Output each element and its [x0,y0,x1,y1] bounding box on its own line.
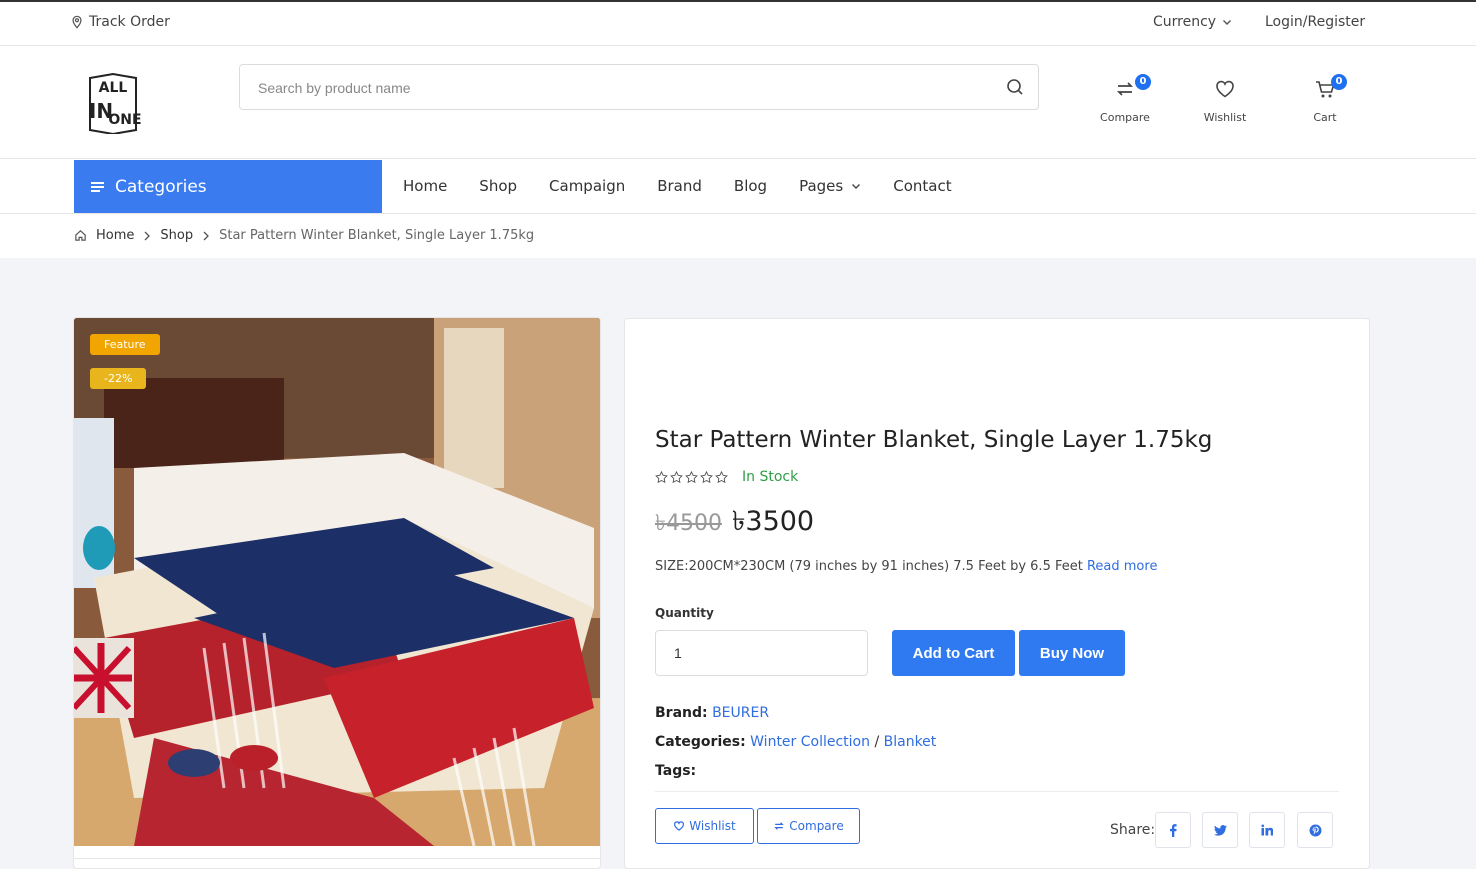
categories-label: Categories [115,176,207,197]
compare-icon [774,822,785,830]
nav-item-brand[interactable]: Brand [657,177,702,195]
nav-item-campaign[interactable]: Campaign [549,177,625,195]
facebook-icon [1170,823,1177,837]
breadcrumb: Home Shop Star Pattern Winter Blanket, S… [0,214,1476,258]
share-twitter-button[interactable] [1202,812,1238,848]
site-logo[interactable]: ALL IN ONE [80,72,146,136]
nav-item-pages[interactable]: Pages [799,177,861,195]
cart-label: Cart [1313,111,1337,124]
brand-label: Brand: [655,705,708,721]
nav-menu: Home Shop Campaign Brand Blog Pages Cont… [403,177,952,195]
search-bar [239,64,1039,110]
compare-count-badge: 0 [1135,74,1151,90]
breadcrumb-shop[interactable]: Shop [160,228,193,243]
old-price: ৳4500 [655,511,722,536]
product-description: SIZE:200CM*230CM (79 inches by 91 inches… [655,559,1157,574]
cart-button[interactable]: 0 Cart [1290,74,1360,124]
feature-tag: Feature [90,334,160,355]
description-text: SIZE:200CM*230CM (79 inches by 91 inches… [655,559,1083,574]
currency-dropdown[interactable]: Currency [1153,14,1232,30]
brand-row: Brand: BEURER [655,705,769,721]
star-icon [700,470,713,483]
heart-icon [1216,80,1234,98]
discount-tag: -22% [90,368,147,389]
card-divider [74,858,600,859]
nav-item-home[interactable]: Home [403,177,447,195]
nav-item-shop[interactable]: Shop [479,177,517,195]
category-separator: / [874,734,880,750]
read-more-link[interactable]: Read more [1087,559,1157,574]
top-bar: Track Order Currency Login/Register [0,0,1476,46]
nav-item-pages-label: Pages [799,177,844,195]
rating: In Stock [655,469,798,485]
star-icon [670,470,683,483]
compare-icon [1116,82,1134,96]
price: ৳4500 ৳3500 [655,501,814,546]
menu-lines-icon [91,181,104,192]
home-icon [75,230,86,241]
new-price: ৳3500 [731,506,815,537]
login-register-link[interactable]: Login/Register [1265,14,1365,30]
breadcrumb-home[interactable]: Home [96,228,134,243]
nav-item-contact[interactable]: Contact [893,177,951,195]
chevron-right-icon [203,231,210,240]
share-label: Share: [1110,822,1156,838]
tags-row: Tags: [655,763,696,779]
add-to-cart-button[interactable]: Add to Cart [892,630,1015,676]
header: ALL IN ONE 0 Compare Wishlist 0 Cart [0,46,1476,159]
add-to-wishlist-button[interactable]: Wishlist [655,808,754,844]
wishlist-btn-label: Wishlist [689,819,736,833]
category-link-winter[interactable]: Winter Collection [750,734,870,750]
chevron-down-icon [1223,20,1232,25]
breadcrumb-current: Star Pattern Winter Blanket, Single Laye… [219,228,535,243]
track-order-label: Track Order [89,14,170,30]
star-icon [655,470,668,483]
nav-item-blog[interactable]: Blog [734,177,767,195]
categories-meta-label: Categories: [655,734,746,750]
pinterest-icon [1309,824,1321,836]
twitter-icon [1213,824,1227,836]
track-order-link[interactable]: Track Order [70,14,170,30]
compare-button[interactable]: 0 Compare [1090,74,1160,124]
divider [655,791,1339,792]
star-icon [715,470,728,483]
tags-label: Tags: [655,763,697,779]
location-pin-icon [72,15,82,29]
wishlist-button[interactable]: Wishlist [1190,78,1260,124]
product-photo[interactable] [74,318,601,846]
compare-label: Compare [1100,111,1150,124]
quantity-input[interactable] [655,630,868,676]
buy-now-button[interactable]: Buy Now [1019,630,1125,676]
categories-button[interactable]: Categories [74,160,382,213]
logo-text-one: ONE [108,112,141,128]
share-facebook-button[interactable] [1155,812,1191,848]
linkedin-icon [1261,824,1273,836]
share-pinterest-button[interactable] [1297,812,1333,848]
product-image-card: Feature -22% [73,317,601,869]
currency-label: Currency [1153,14,1217,30]
cart-count-badge: 0 [1331,74,1347,90]
star-icon [685,470,698,483]
quantity-label: Quantity [655,606,714,620]
search-input[interactable] [258,77,958,99]
chevron-right-icon [144,231,151,240]
add-to-compare-button[interactable]: Compare [757,808,860,844]
compare-btn-label: Compare [789,819,844,833]
product-title: Star Pattern Winter Blanket, Single Laye… [655,427,1213,453]
heart-icon [674,821,685,831]
brand-link[interactable]: BEURER [712,705,769,721]
share-linkedin-button[interactable] [1249,812,1285,848]
stock-status: In Stock [742,469,799,485]
chevron-down-icon [852,184,861,189]
product-info-card: Star Pattern Winter Blanket, Single Laye… [624,318,1370,869]
wishlist-label: Wishlist [1203,111,1247,124]
product-section: Feature -22% Star Pattern Winter Blanket… [0,258,1476,869]
search-icon[interactable] [1006,78,1024,96]
category-link-blanket[interactable]: Blanket [884,734,937,750]
logo-text-all: ALL [99,80,128,96]
main-nav: Categories Home Shop Campaign Brand Blog… [0,159,1476,214]
categories-row: Categories: Winter Collection / Blanket [655,734,936,750]
